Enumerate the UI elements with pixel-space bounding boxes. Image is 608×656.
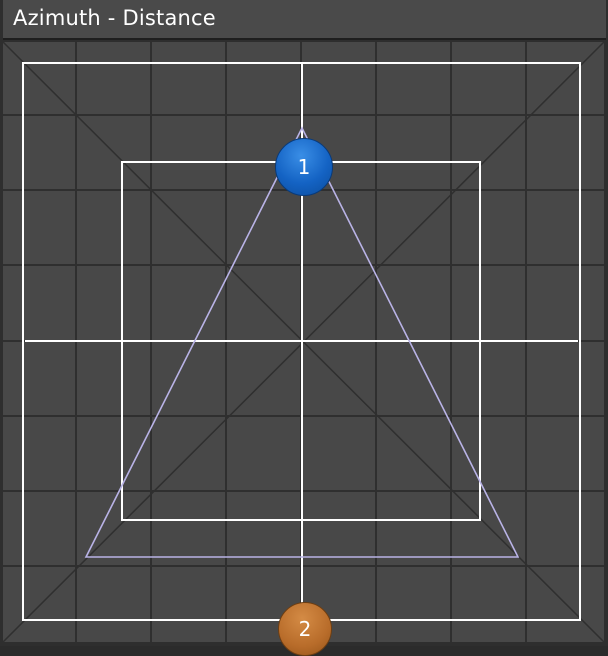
panner-canvas[interactable] [3,42,604,642]
panner-panel: Azimuth - Distance 1 2 [0,0,608,656]
speaker-1-label: 1 [297,155,311,179]
panel-title: Azimuth - Distance [13,6,216,30]
speaker-marker-1[interactable]: 1 [275,138,333,196]
speaker-2-label: 2 [298,617,312,641]
speaker-marker-2[interactable]: 2 [278,602,332,656]
panner-field[interactable]: 1 2 [3,42,604,656]
title-bar: Azimuth - Distance [3,0,606,40]
